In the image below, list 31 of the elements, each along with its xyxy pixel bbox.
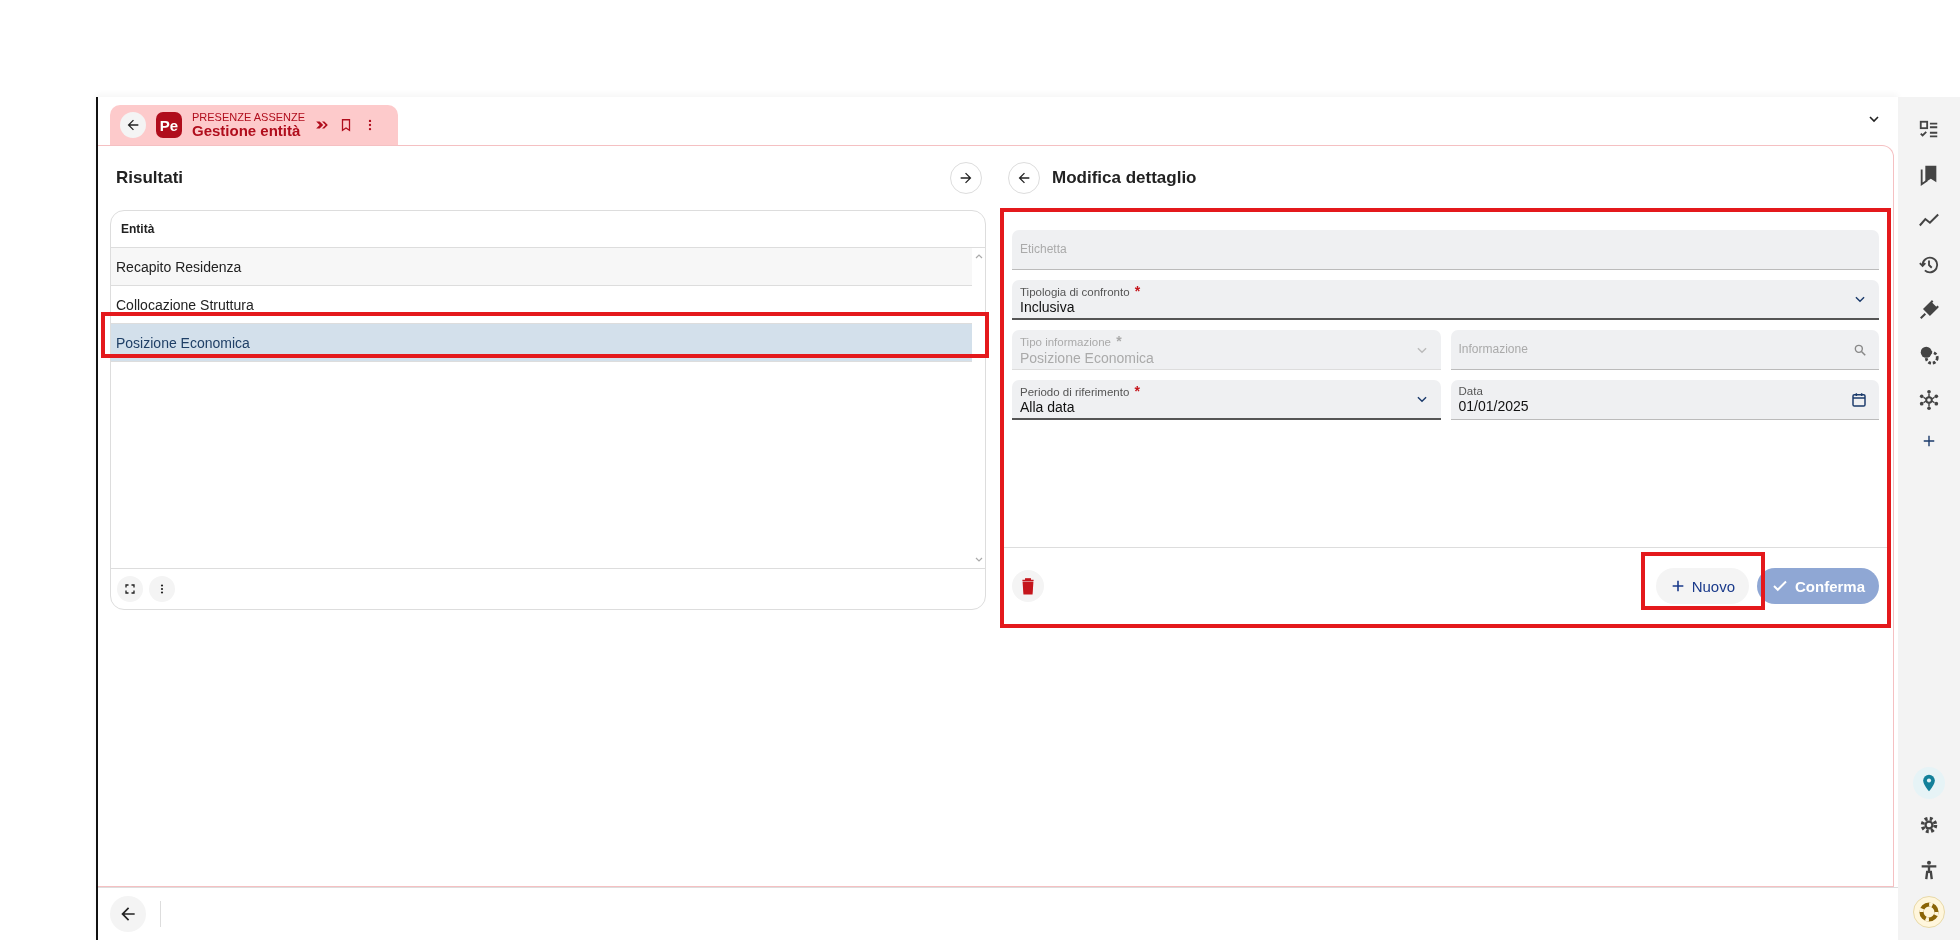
input-field[interactable]: Data 01/01/2025 bbox=[1450, 380, 1879, 420]
calendar-icon[interactable] bbox=[1851, 391, 1867, 408]
network-icon[interactable] bbox=[1918, 389, 1940, 411]
lifebuoy-icon bbox=[1919, 902, 1939, 922]
arrow-right-icon bbox=[958, 170, 974, 186]
app-logo: Pe bbox=[156, 112, 182, 138]
arrow-left-icon bbox=[1016, 170, 1032, 186]
back-button[interactable] bbox=[120, 112, 146, 138]
table-row[interactable]: Recapito Residenza bbox=[111, 248, 972, 286]
input-field[interactable]: Periodo di riferimento * Alla data bbox=[1012, 380, 1441, 420]
forward-button[interactable] bbox=[950, 162, 982, 194]
settings-icon[interactable] bbox=[1918, 814, 1940, 836]
trash-icon bbox=[1020, 577, 1036, 595]
panel-title: Risultati bbox=[116, 168, 184, 188]
help-button[interactable] bbox=[1913, 896, 1945, 928]
arrow-left-icon bbox=[125, 117, 141, 133]
search-icon[interactable] bbox=[1853, 342, 1867, 357]
module-name: PRESENZE ASSENZE bbox=[192, 110, 306, 123]
page-title: Gestione entità bbox=[192, 122, 302, 140]
action-button[interactable]: Nuovo bbox=[1655, 568, 1749, 604]
delete-button[interactable] bbox=[1012, 570, 1044, 602]
expand-icon bbox=[124, 583, 136, 595]
input-field[interactable]: Tipologia di confronto * Inclusiva bbox=[1012, 280, 1879, 320]
panel-title: Modifica dettaglio bbox=[1052, 168, 1197, 188]
back-button[interactable] bbox=[1008, 162, 1040, 194]
location-pin-button[interactable] bbox=[1913, 767, 1945, 799]
plus-icon[interactable] bbox=[1922, 434, 1936, 448]
back-button[interactable] bbox=[110, 896, 146, 932]
history-icon[interactable] bbox=[1918, 254, 1940, 276]
fullscreen-button[interactable] bbox=[117, 576, 143, 602]
column-header: Entità bbox=[121, 222, 155, 236]
